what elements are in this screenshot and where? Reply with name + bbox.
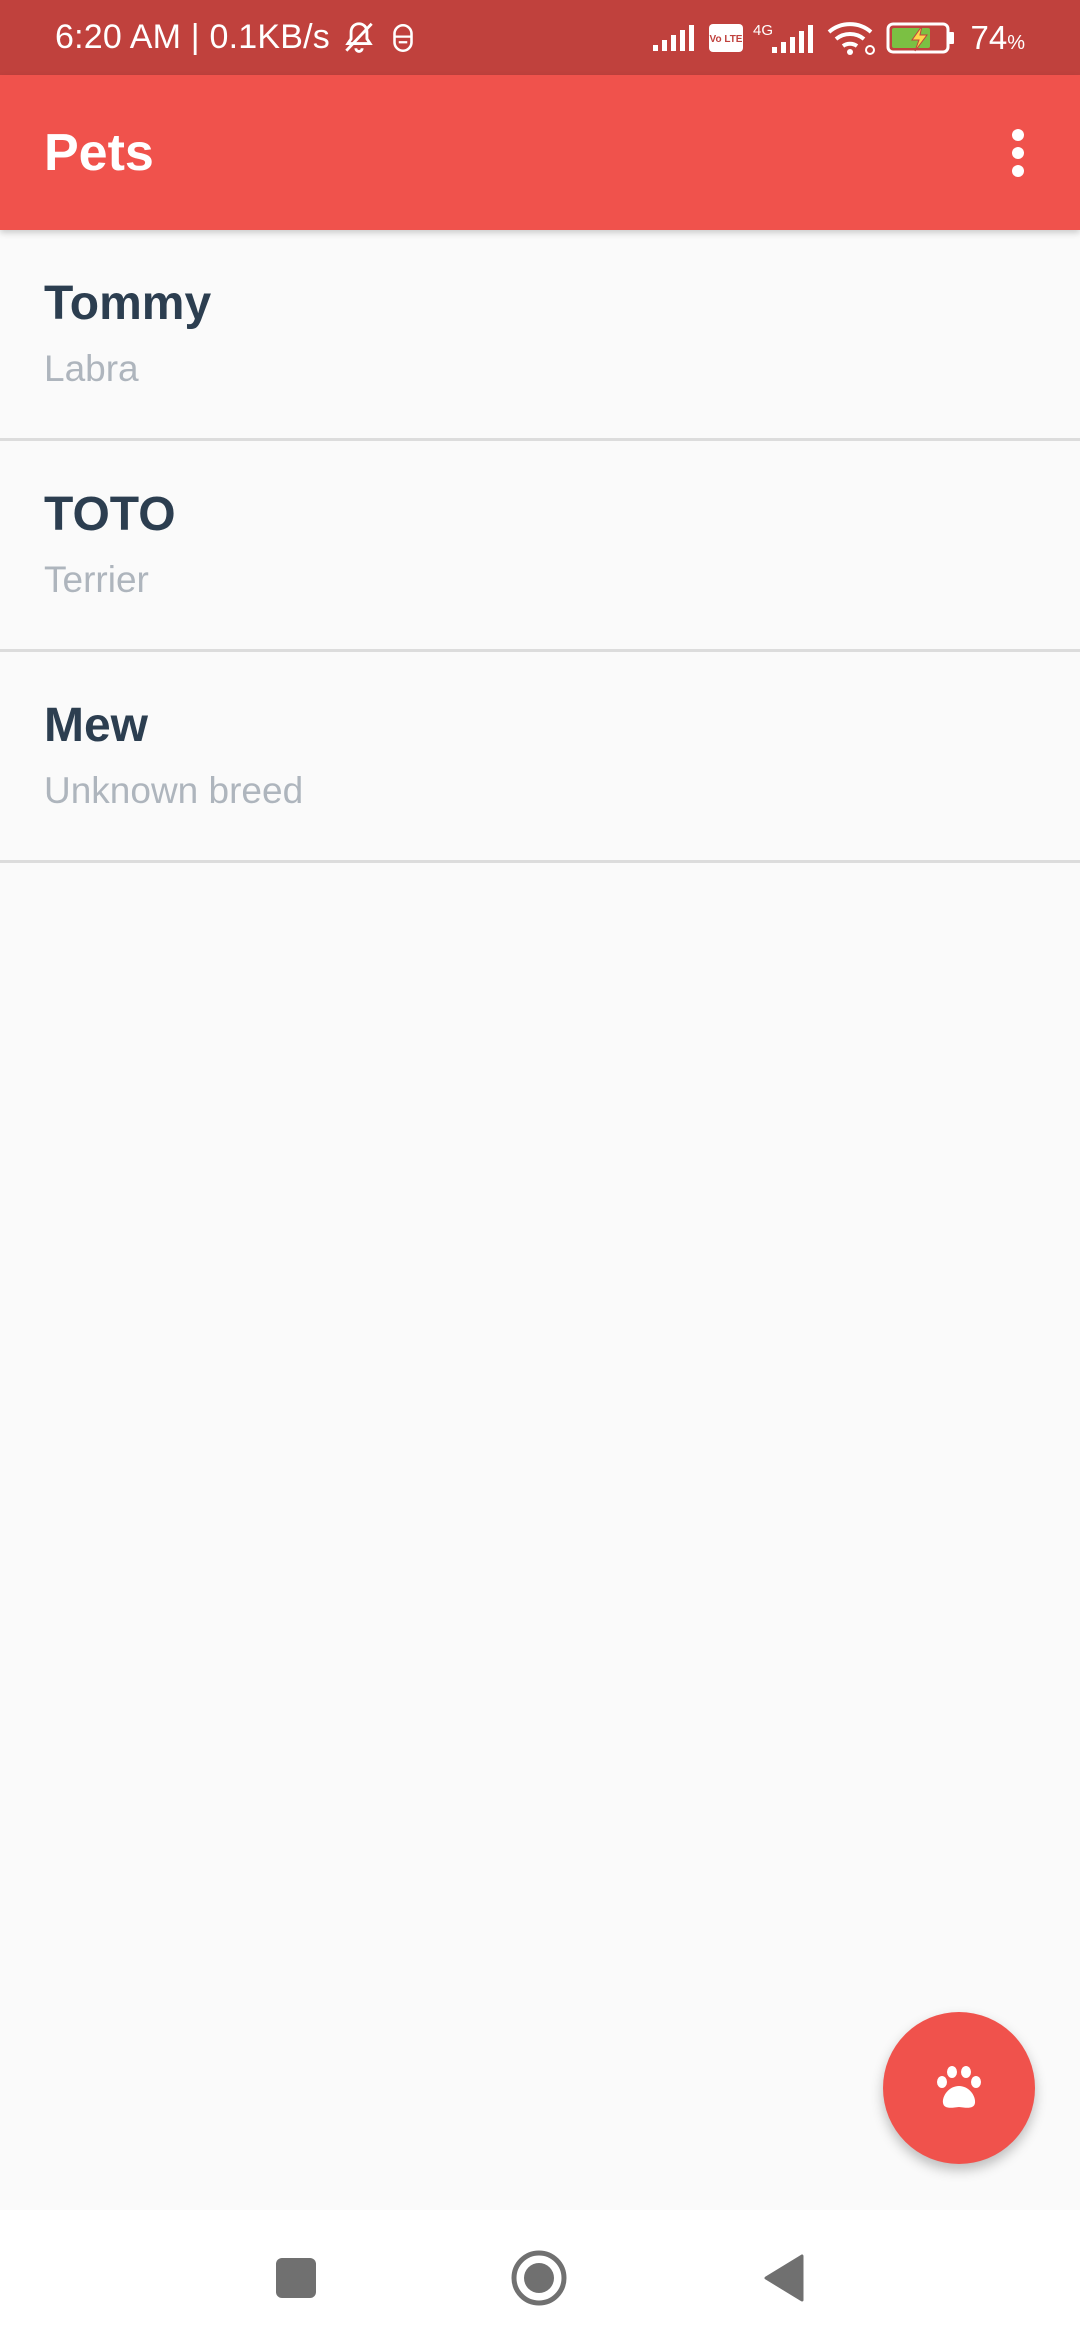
paw-icon [937, 2066, 981, 2108]
page-title: Pets [44, 123, 154, 182]
pet-list: Tommy Labra TOTO Terrier Mew Unknown bre… [0, 230, 1080, 863]
pet-breed: Terrier [44, 559, 149, 600]
signal-icon [652, 23, 700, 53]
square-icon [276, 2258, 316, 2298]
battery-percent: 74% [970, 19, 1025, 57]
battery-charging-icon [886, 21, 956, 55]
app-bar: Pets [0, 75, 1080, 230]
status-left: 6:20 AM | 0.1KB/s [55, 0, 418, 75]
pet-name: Mew [44, 699, 149, 752]
svg-text:Vo LTE: Vo LTE [710, 34, 743, 45]
circle-icon [511, 2250, 567, 2306]
system-nav-bar [0, 2210, 1080, 2340]
back-button[interactable] [746, 2240, 822, 2316]
status-time-speed: 6:20 AM | 0.1KB/s [55, 18, 330, 56]
battery-unit: % [1007, 31, 1025, 54]
wifi-icon [826, 20, 878, 56]
battery-value: 74 [970, 18, 1008, 56]
svg-text:4G: 4G [753, 22, 773, 39]
triangle-back-icon [764, 2254, 804, 2302]
network-4g-signal-icon: 4G [752, 21, 818, 55]
pet-breed: Labra [44, 348, 139, 389]
more-vert-icon [1012, 129, 1024, 177]
list-item[interactable]: Tommy Labra [0, 230, 1080, 441]
bell-off-icon [340, 19, 378, 57]
home-button[interactable] [501, 2240, 577, 2316]
volte-icon: Vo LTE [708, 23, 744, 53]
pet-breed: Unknown breed [44, 770, 304, 811]
status-right: Vo LTE 4G 74% [652, 0, 1025, 75]
add-pet-fab[interactable] [883, 2012, 1035, 2164]
recent-apps-button[interactable] [258, 2240, 334, 2316]
list-item[interactable]: Mew Unknown breed [0, 652, 1080, 863]
pet-name: Tommy [44, 277, 212, 330]
pet-name: TOTO [44, 488, 176, 541]
status-bar: 6:20 AM | 0.1KB/s Vo LTE 4G 74% [0, 0, 1080, 75]
list-item[interactable]: TOTO Terrier [0, 441, 1080, 652]
screen: 6:20 AM | 0.1KB/s Vo LTE 4G 74% Pets Tom… [0, 0, 1080, 2340]
screen-record-icon [388, 21, 418, 55]
overflow-menu-button[interactable] [978, 113, 1058, 193]
